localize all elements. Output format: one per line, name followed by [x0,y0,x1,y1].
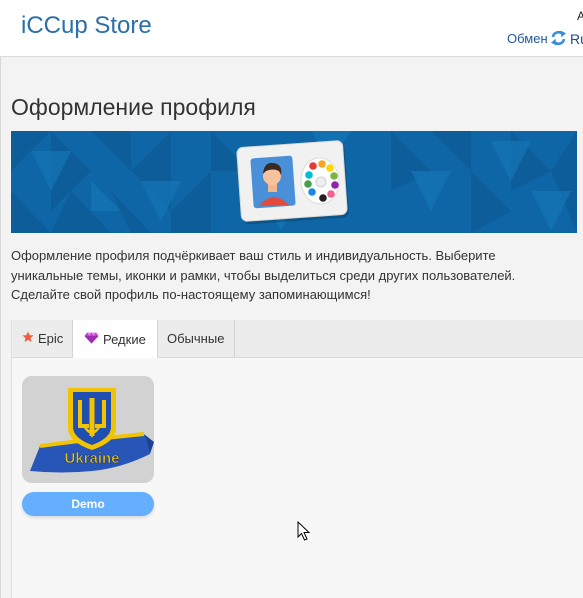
tab-common[interactable]: Обычные [158,320,235,357]
exchange-link[interactable]: Обмен [507,30,567,46]
tab-common-label: Обычные [167,331,225,346]
diamond-icon [84,332,99,347]
item-card-text: Ukraine [64,450,119,467]
tabs-bar: Epic Редкие Обычные [12,320,583,358]
demo-button[interactable]: Demo [22,492,154,516]
exchange-label: Обмен [507,30,548,46]
language-selector[interactable]: Ru [570,31,583,47]
star-icon [22,331,34,346]
brand-logo-link[interactable]: iCCup Store [21,12,152,40]
content-left-border [0,57,1,598]
mouse-cursor-icon [297,521,311,541]
header-corner-text[interactable]: A [577,9,583,23]
section-banner [11,131,577,233]
refresh-icon [550,30,567,46]
top-bar: iCCup Store A Обмен Ru [0,0,583,57]
tab-epic[interactable]: Epic [12,320,73,357]
tabs-panel: Epic Редкие Обычные Ukraine Demo [11,320,583,598]
tab-epic-label: Epic [38,331,64,346]
ukraine-flag-image: Ukraine [22,376,154,483]
tab-rare-label: Редкие [103,331,146,347]
section-description: Оформление профиля подчёркивает ваш стил… [11,248,516,302]
tab-rare[interactable]: Редкие [73,320,158,358]
profile-customization-illustration [236,140,350,225]
page-title: Оформление профиля [11,94,256,120]
item-card-ukraine[interactable]: Ukraine [22,376,154,483]
